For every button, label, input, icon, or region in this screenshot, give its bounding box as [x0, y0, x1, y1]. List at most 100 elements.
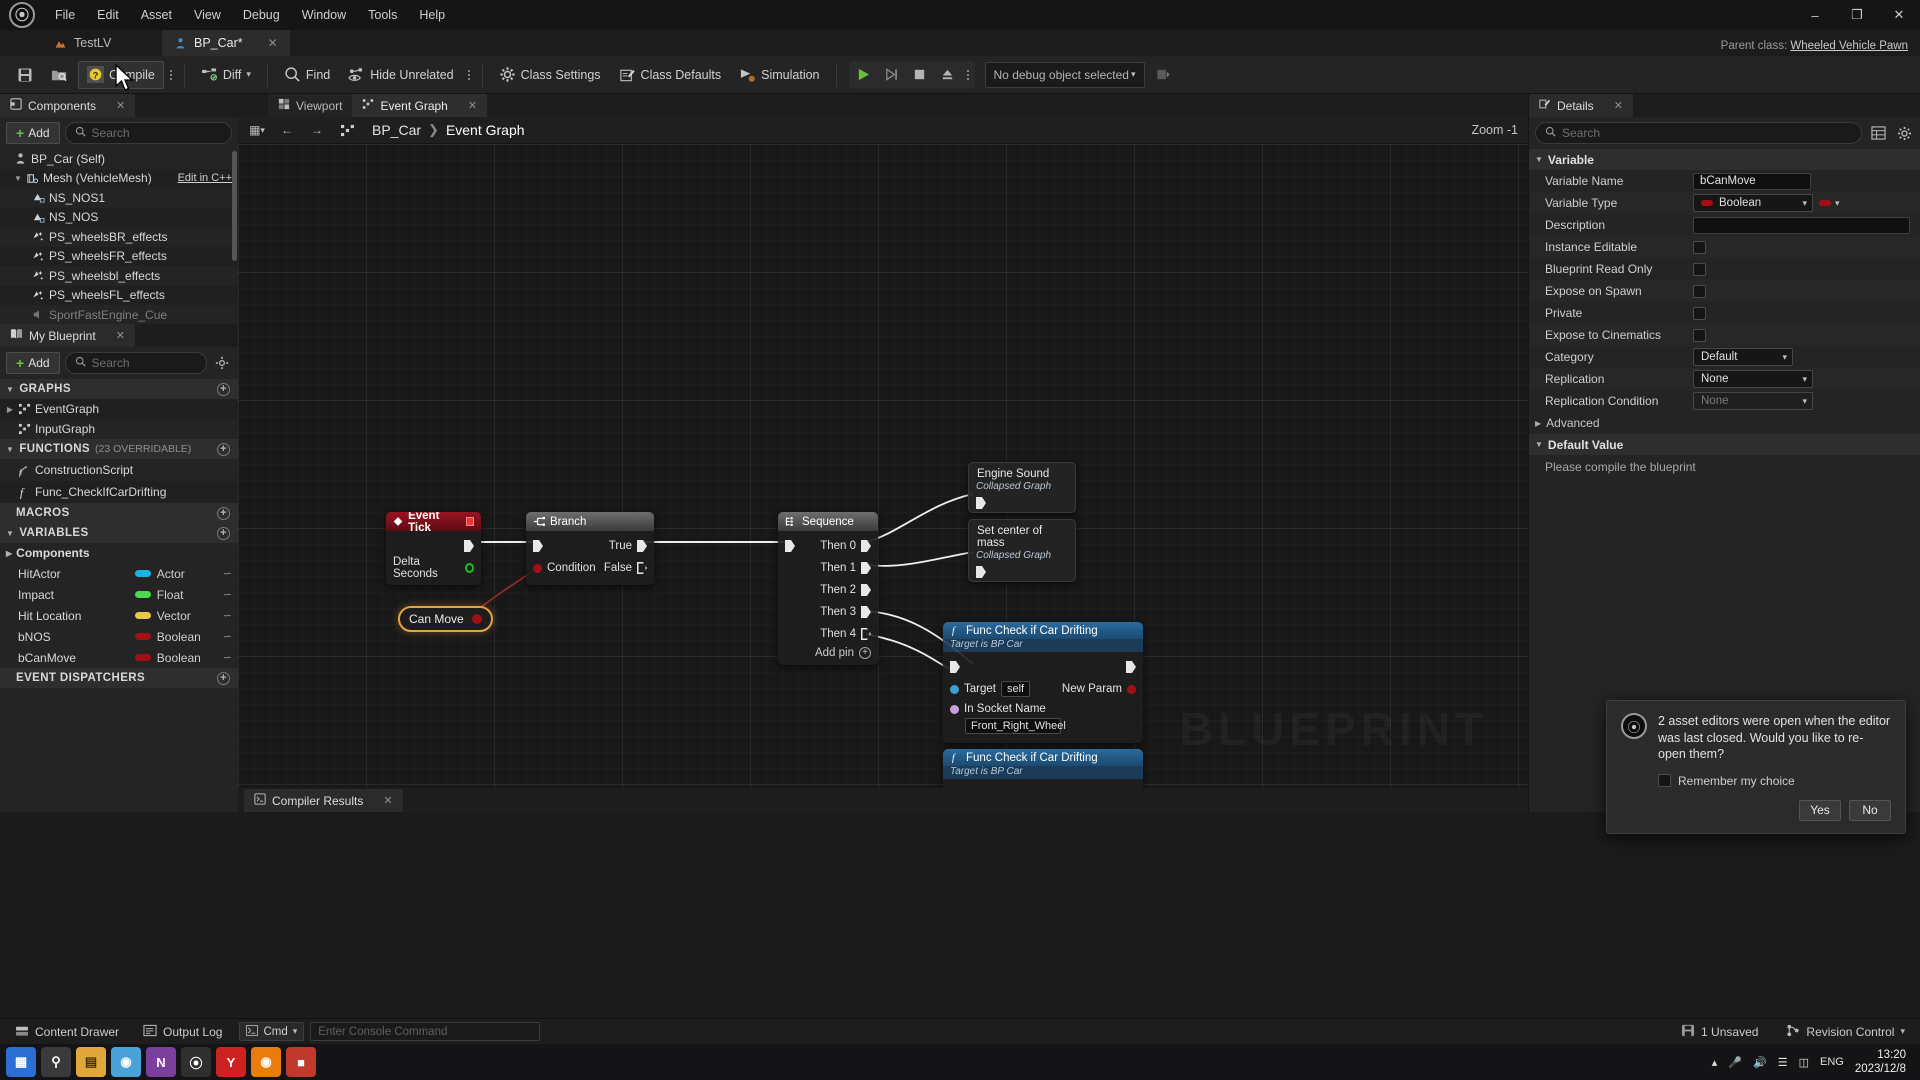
- myblueprint-search-input[interactable]: Search: [64, 352, 207, 374]
- node-branch[interactable]: Branch True Condition False: [526, 512, 654, 585]
- drift1-socket-row[interactable]: In Socket Name: [943, 700, 1143, 718]
- console-command-input[interactable]: Enter Console Command: [310, 1022, 541, 1041]
- blueprint-canvas[interactable]: BLUEPRINT Event Tick: [238, 144, 1528, 788]
- mic-icon[interactable]: 🎤: [1728, 1056, 1742, 1069]
- close-icon[interactable]: ✕: [383, 794, 392, 807]
- wifi-icon[interactable]: ☰: [1778, 1056, 1788, 1069]
- property-row-replication[interactable]: Replication None ▾: [1529, 368, 1920, 390]
- graph-bookmark-button[interactable]: ▦ ▾: [246, 120, 268, 140]
- node-sequence[interactable]: Sequence Then 0 Then 1 Then 2 Then 3 The…: [778, 512, 878, 665]
- socket-value-field[interactable]: Front_Right_Wheel: [965, 718, 1066, 734]
- compile-button[interactable]: ? Compile: [78, 60, 164, 89]
- menu-help[interactable]: Help: [408, 0, 456, 30]
- menu-debug[interactable]: Debug: [232, 0, 291, 30]
- exec-in-pin[interactable]: [950, 661, 960, 673]
- tab-bp-car[interactable]: BP_Car* ✕: [162, 30, 290, 56]
- tab-components[interactable]: Components ✕: [0, 94, 136, 117]
- exec-out-pin-row[interactable]: [386, 535, 481, 557]
- hide-unrelated-button[interactable]: Hide Unrelated: [340, 61, 461, 89]
- node-engine-sound[interactable]: Engine Sound Collapsed Graph: [968, 462, 1076, 513]
- browse-content-button[interactable]: [43, 61, 76, 89]
- advanced-section-toggle[interactable]: ▶ Advanced: [1529, 412, 1920, 434]
- component-row-ns-nos[interactable]: NS_NOS: [0, 207, 238, 227]
- remember-choice-row[interactable]: Remember my choice: [1658, 774, 1891, 788]
- delta-seconds-pin-row[interactable]: Delta Seconds: [386, 556, 481, 580]
- variable-row-hitactor[interactable]: HitActor Actor ∽: [0, 563, 238, 584]
- branch-false-row[interactable]: Condition False: [526, 557, 654, 579]
- parent-class-link[interactable]: Wheeled Vehicle Pawn: [1790, 40, 1908, 52]
- property-row-description[interactable]: Description: [1529, 214, 1920, 236]
- add-dispatcher-icon[interactable]: +: [217, 671, 230, 685]
- class-defaults-button[interactable]: Class Defaults: [611, 61, 730, 89]
- add-macro-icon[interactable]: +: [217, 506, 230, 520]
- container-type-select[interactable]: ▾: [1819, 198, 1840, 209]
- class-settings-button[interactable]: Class Settings: [491, 61, 609, 89]
- back-arrow-icon[interactable]: ←: [276, 120, 298, 140]
- variables-components-subheader[interactable]: ▶ Components: [0, 543, 238, 563]
- component-row-mesh[interactable]: ▼ Mesh (VehicleMesh) Edit in C++: [0, 168, 238, 188]
- cmd-mode-select[interactable]: Cmd ▾: [239, 1022, 305, 1041]
- maximize-button[interactable]: ❐: [1836, 0, 1878, 30]
- menu-edit[interactable]: Edit: [86, 0, 130, 30]
- unsaved-assets-button[interactable]: 1 Unsaved: [1674, 1022, 1765, 1042]
- close-window-button[interactable]: ✕: [1878, 0, 1920, 30]
- variable-name-field[interactable]: bCanMove: [1693, 172, 1811, 190]
- category-default-value[interactable]: ▼ Default Value: [1529, 434, 1920, 455]
- breadcrumb-leaf[interactable]: Event Graph: [446, 122, 525, 138]
- close-icon[interactable]: ✕: [468, 99, 477, 112]
- blueprint-read-only-checkbox[interactable]: [1693, 262, 1706, 276]
- tab-testlv[interactable]: TestLV: [42, 30, 162, 56]
- sequence-then0-row[interactable]: Then 0: [778, 535, 878, 557]
- myblueprint-settings-icon[interactable]: [212, 353, 232, 373]
- editable-toggle-icon[interactable]: ∽: [223, 651, 232, 664]
- debug-object-select[interactable]: No debug object selected ▾: [984, 61, 1145, 88]
- category-select[interactable]: Default ▾: [1693, 348, 1793, 366]
- node-event-tick[interactable]: Event Tick Delta Seconds: [386, 512, 481, 585]
- step-button[interactable]: [879, 62, 905, 88]
- property-row-expose-to-cinematics[interactable]: Expose to Cinematics: [1529, 324, 1920, 346]
- photos-icon[interactable]: ◉: [111, 1047, 141, 1077]
- instance-editable-checkbox[interactable]: [1693, 240, 1706, 254]
- section-graphs[interactable]: ▼ GRAPHS +: [0, 379, 238, 399]
- components-tree[interactable]: BP_Car (Self) ▼ Mesh (VehicleMesh) Edit …: [0, 149, 238, 324]
- output-log-button[interactable]: Output Log: [136, 1022, 229, 1042]
- forward-arrow-icon[interactable]: →: [306, 120, 328, 140]
- target-value-field[interactable]: self: [1000, 681, 1031, 697]
- no-button[interactable]: No: [1849, 799, 1891, 821]
- gear-icon[interactable]: [1894, 123, 1914, 143]
- details-search-input[interactable]: Search: [1535, 122, 1862, 144]
- menu-window[interactable]: Window: [291, 0, 357, 30]
- remember-choice-checkbox[interactable]: [1658, 774, 1671, 788]
- bool-out-pin[interactable]: [472, 614, 482, 624]
- property-row-expose-on-spawn[interactable]: Expose on Spawn: [1529, 280, 1920, 302]
- debug-filter-button[interactable]: [1147, 61, 1180, 89]
- content-drawer-button[interactable]: Content Drawer: [8, 1022, 126, 1042]
- target-in-pin[interactable]: [950, 684, 959, 694]
- property-row-private[interactable]: Private: [1529, 302, 1920, 324]
- node-func-check-drifting-1[interactable]: f Func Check if Car Drifting Target is B…: [943, 622, 1143, 743]
- revision-control-button[interactable]: Revision Control ▾: [1779, 1022, 1912, 1042]
- eject-button[interactable]: [935, 62, 961, 88]
- taskbar-clock[interactable]: 13:20 2023/12/8: [1855, 1048, 1906, 1077]
- blender-icon[interactable]: ◉: [251, 1047, 281, 1077]
- sequence-then3-row[interactable]: Then 3: [778, 601, 878, 623]
- variable-row-bnos[interactable]: bNOS Boolean ∽: [0, 626, 238, 647]
- add-variable-icon[interactable]: +: [217, 526, 230, 540]
- condition-in-pin[interactable]: [533, 563, 542, 573]
- browser-icon[interactable]: ■: [286, 1047, 316, 1077]
- category-variable[interactable]: ▼ Variable: [1529, 149, 1920, 170]
- socket-in-pin[interactable]: [950, 704, 959, 714]
- exec-out-pin[interactable]: [464, 540, 474, 552]
- diff-button[interactable]: Diff ▾: [193, 61, 259, 89]
- drift1-target-row[interactable]: Target self New Param: [943, 678, 1143, 700]
- breadcrumb-root[interactable]: BP_Car: [372, 122, 421, 138]
- editable-toggle-icon[interactable]: ∽: [223, 630, 232, 643]
- menu-file[interactable]: File: [44, 0, 86, 30]
- unreal-icon[interactable]: ⦿: [181, 1047, 211, 1077]
- explorer-icon[interactable]: ▤: [76, 1047, 106, 1077]
- false-exec-out-pin[interactable]: [637, 562, 647, 574]
- node-set-center-of-mass[interactable]: Set center of mass Collapsed Graph: [968, 519, 1076, 582]
- edit-in-cpp-link[interactable]: Edit in C++: [178, 172, 232, 184]
- property-row-category[interactable]: Category Default ▾: [1529, 346, 1920, 368]
- start-icon[interactable]: ▦: [6, 1047, 36, 1077]
